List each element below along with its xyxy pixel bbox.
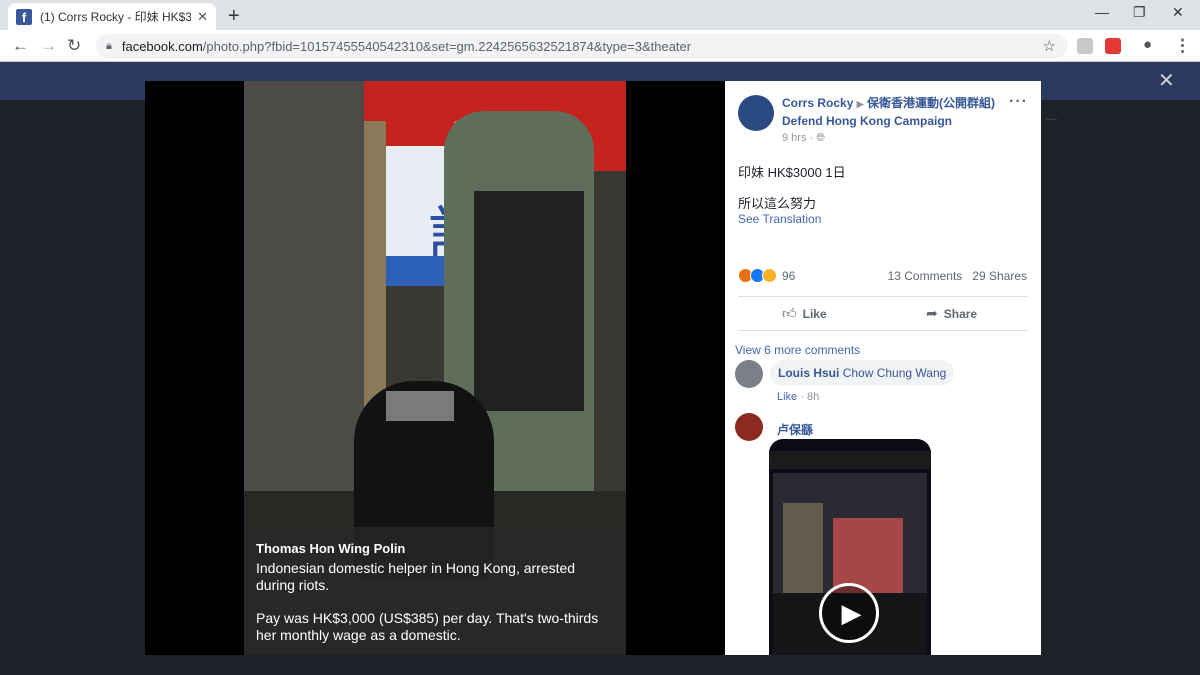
window-close-icon[interactable]: ✕: [1172, 4, 1184, 21]
author-avatar[interactable]: [738, 95, 774, 131]
tab-close-icon[interactable]: ✕: [197, 9, 208, 25]
like-button[interactable]: 👍︎ Like: [782, 305, 827, 322]
new-tab-icon[interactable]: +: [228, 5, 240, 28]
caption-line: Pay was HK$3,000 (US$385) per day. That'…: [256, 610, 599, 626]
comment-actions: Like · 8h: [777, 391, 820, 403]
reload-icon[interactable]: ↻: [67, 36, 81, 56]
thumbs-up-icon: 👍︎: [782, 305, 797, 321]
bookmark-star-icon[interactable]: ☆: [1043, 37, 1056, 55]
post-text-line: 印妹 HK$3000 1日: [738, 165, 846, 180]
browser-toolbar: ← → ↻ 🔒︎ facebook.com /photo.php?fbid=10…: [0, 30, 1200, 62]
view-more-comments-link[interactable]: View 6 more comments: [735, 343, 860, 357]
author-name-link[interactable]: Corrs Rocky: [782, 96, 853, 110]
photo-caption: Thomas Hon Wing Polin Indonesian domesti…: [244, 527, 626, 655]
photo-face-blur: [386, 391, 454, 421]
video-extension-icon[interactable]: [1105, 38, 1121, 54]
menu-icon[interactable]: ⋮: [1174, 36, 1191, 56]
comment-video[interactable]: ▶: [769, 439, 931, 655]
video-app-bar: [769, 451, 931, 469]
restore-icon[interactable]: ❐: [1133, 4, 1146, 21]
theater-close-icon[interactable]: ✕: [1158, 68, 1175, 93]
chat-contact: — ·: [1046, 113, 1186, 125]
commenter-avatar[interactable]: [735, 360, 763, 388]
share-arrow-icon: ➦: [926, 305, 938, 321]
caption-line: her monthly wage as a domestic.: [256, 627, 461, 643]
video-building: [783, 503, 823, 593]
url-path: /photo.php?fbid=10157455540542310&set=gm…: [202, 38, 692, 54]
caption-line: Indonesian domestic helper in Hong Kong,…: [256, 560, 576, 576]
comments-count-link[interactable]: 13 Comments: [888, 269, 963, 283]
comment-author-link[interactable]: Louis Hsui: [778, 366, 839, 380]
share-label: Share: [943, 306, 978, 321]
facebook-icon: f: [16, 8, 32, 25]
see-translation-link[interactable]: See Translation: [738, 212, 821, 226]
post-text-line: 所以這么努力: [738, 196, 817, 211]
post-meta: 9 hrs · 🌐︎: [782, 132, 826, 144]
post-header: Corrs Rocky ▶ 保衛香港運動(公開群組) Defend Hong K…: [782, 95, 1010, 130]
more-options-icon[interactable]: ···: [1009, 93, 1028, 111]
comment-time[interactable]: 8h: [807, 391, 819, 403]
comment-like-link[interactable]: Like: [777, 391, 797, 403]
tagged-person-link[interactable]: Chow Chung Wang: [843, 366, 947, 380]
globe-icon: 🌐︎: [816, 132, 826, 144]
minimize-icon[interactable]: —: [1095, 4, 1109, 20]
caption-name: Thomas Hon Wing Polin: [256, 541, 406, 556]
chat-sidebar: — ·: [1046, 113, 1186, 148]
post-panel: Corrs Rocky ▶ 保衛香港運動(公開群組) Defend Hong K…: [725, 81, 1041, 655]
reaction-summary[interactable]: 96: [738, 268, 795, 283]
engagement-counts: 13 Comments 29 Shares: [888, 269, 1027, 283]
url-host: facebook.com: [121, 38, 203, 54]
browser-tab[interactable]: f (1) Corrs Rocky - 印妹 HK$3000 1 ✕: [8, 3, 216, 30]
share-button[interactable]: ➦ Share: [926, 305, 977, 322]
video-building: [833, 518, 903, 593]
profile-icon[interactable]: ●: [1143, 36, 1152, 53]
pdf-extension-icon[interactable]: [1077, 38, 1093, 54]
tab-bar: f (1) Corrs Rocky - 印妹 HK$3000 1 ✕ + — ❐…: [0, 0, 1200, 30]
tab-title: (1) Corrs Rocky - 印妹 HK$3000 1: [40, 10, 192, 24]
shares-count-link[interactable]: 29 Shares: [972, 269, 1027, 283]
video-status-bar: [769, 439, 931, 451]
comment-author-link[interactable]: 卢保繇: [777, 421, 813, 438]
post-photo[interactable]: 救護 Thomas Hon Wing Polin Indonesian dome…: [244, 81, 626, 655]
photo-tactical-vest: [474, 191, 584, 411]
divider: [738, 330, 1028, 331]
haha-react-icon: [762, 268, 777, 283]
play-icon[interactable]: ▶: [819, 583, 879, 643]
like-label: Like: [802, 306, 827, 321]
post-time[interactable]: 9 hrs: [782, 132, 806, 144]
address-bar[interactable]: 🔒︎ facebook.com /photo.php?fbid=10157455…: [96, 34, 1068, 58]
divider: [738, 296, 1028, 297]
forward-icon[interactable]: →: [40, 36, 57, 56]
reaction-count: 96: [782, 268, 796, 283]
back-icon[interactable]: ←: [12, 36, 29, 56]
comment-bubble: Louis Hsui Chow Chung Wang: [770, 360, 955, 386]
post-body: 印妹 HK$3000 1日 所以這么努力: [738, 164, 846, 213]
commenter-avatar[interactable]: [735, 413, 763, 441]
shared-to-arrow-icon: ▶: [856, 99, 864, 109]
lock-icon: 🔒︎: [106, 39, 112, 52]
caption-line: during riots.: [256, 577, 330, 593]
